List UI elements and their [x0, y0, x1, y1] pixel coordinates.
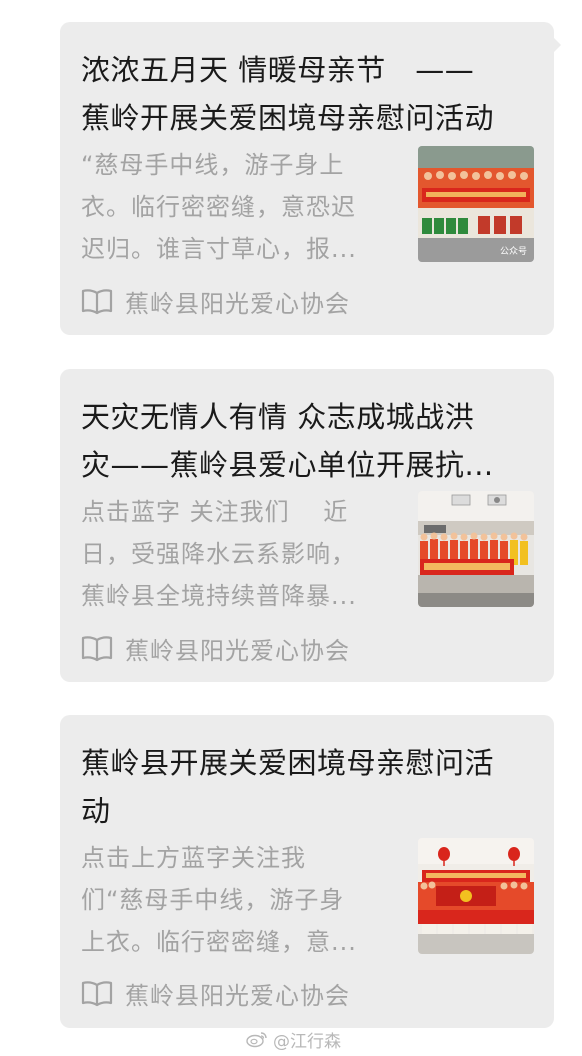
article-summary-line: 迟归。谁言寸草心，报...: [81, 235, 357, 263]
article-card[interactable]: 蕉岭县开展关爱困境母亲慰问活 动 点击上方蓝字关注我 们“慈母手中线，游子身 上…: [60, 715, 554, 1028]
article-summary-line: “慈母手中线，游子身上: [81, 151, 345, 179]
book-icon: [81, 289, 113, 315]
thumbnail-overlay-label: 公众号: [500, 246, 527, 257]
article-summary: 点击蓝字 关注我们 近 日，受强降水云系影响， 蕉岭县全境持续普降暴...: [81, 491, 399, 617]
article-summary-line: 蕉岭县全境持续普降暴...: [81, 582, 357, 610]
group-photo-image: 公众号: [418, 146, 534, 262]
article-source: 蕉岭县阳光爱心协会: [81, 284, 350, 318]
article-summary-line: 点击蓝字 关注我们 近: [81, 498, 349, 526]
article-title[interactable]: 蕉岭县开展关爱困境母亲慰问活 动: [81, 739, 533, 835]
article-summary-line: 们“慈母手中线，游子身: [81, 886, 345, 914]
donation-photo-image: [418, 491, 534, 607]
article-summary-line: 日，受强降水云系影响，: [81, 540, 356, 568]
article-list-page: 浓浓五月天 情暖母亲节 —— 蕉岭开展关爱困境母亲慰问活动 “慈母手中线，游子身…: [0, 0, 582, 1056]
source-name: 蕉岭县阳光爱心协会: [125, 289, 350, 318]
article-summary: 点击上方蓝字关注我 们“慈母手中线，游子身 上衣。临行密密缝，意...: [81, 837, 399, 963]
article-summary-line: 上衣。临行密密缝，意...: [81, 928, 357, 956]
ceremony-photo-image: [418, 838, 534, 954]
article-title-line: 灾——蕉岭县爱心单位开展抗...: [81, 448, 494, 482]
article-card[interactable]: 浓浓五月天 情暖母亲节 —— 蕉岭开展关爱困境母亲慰问活动 “慈母手中线，游子身…: [60, 22, 561, 335]
weibo-watermark: @江行森: [246, 1027, 341, 1052]
article-title-line: 蕉岭开展关爱困境母亲慰问活动: [81, 101, 495, 135]
article-thumbnail[interactable]: [418, 838, 534, 954]
article-title[interactable]: 浓浓五月天 情暖母亲节 —— 蕉岭开展关爱困境母亲慰问活动: [81, 46, 533, 142]
weibo-icon: [246, 1032, 267, 1048]
source-name: 蕉岭县阳光爱心协会: [125, 981, 350, 1010]
card-notch: [554, 38, 561, 52]
article-summary-line: 点击上方蓝字关注我: [81, 844, 306, 872]
article-source: 蕉岭县阳光爱心协会: [81, 976, 350, 1010]
article-source: 蕉岭县阳光爱心协会: [81, 631, 350, 665]
watermark-text: @江行森: [273, 1031, 341, 1052]
article-title-line: 浓浓五月天 情暖母亲节 ——: [81, 53, 475, 87]
article-card[interactable]: 天灾无情人有情 众志成城战洪 灾——蕉岭县爱心单位开展抗... 点击蓝字 关注我…: [60, 369, 554, 682]
article-summary: “慈母手中线，游子身上 衣。临行密密缝，意恐迟 迟归。谁言寸草心，报...: [81, 144, 399, 270]
article-thumbnail[interactable]: 公众号: [418, 146, 534, 262]
article-title[interactable]: 天灾无情人有情 众志成城战洪 灾——蕉岭县爱心单位开展抗...: [81, 393, 533, 489]
article-thumbnail[interactable]: [418, 491, 534, 607]
book-icon: [81, 636, 113, 662]
article-title-line: 动: [81, 794, 111, 828]
article-title-line: 天灾无情人有情 众志成城战洪: [81, 400, 475, 434]
book-icon: [81, 981, 113, 1007]
article-summary-line: 衣。临行密密缝，意恐迟: [81, 193, 356, 221]
article-title-line: 蕉岭县开展关爱困境母亲慰问活: [81, 746, 495, 780]
source-name: 蕉岭县阳光爱心协会: [125, 636, 350, 665]
